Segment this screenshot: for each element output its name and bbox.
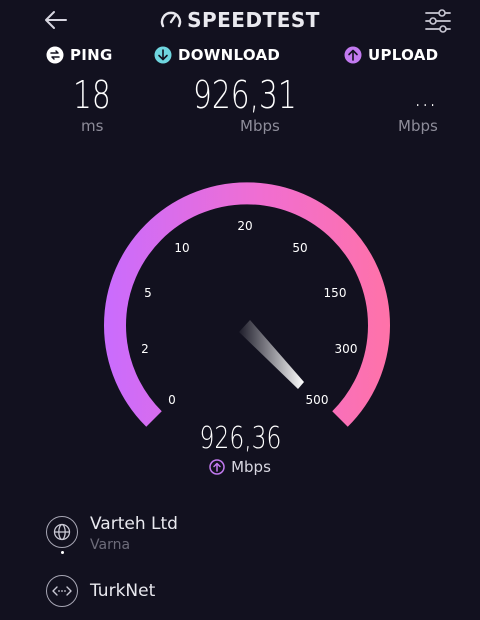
ping-label: PING <box>70 46 113 64</box>
speedometer-logo-icon <box>160 11 182 28</box>
upload-unit: Mbps <box>398 117 438 135</box>
ping-metric: PING <box>46 46 136 64</box>
server-location: Varna <box>90 537 131 553</box>
gauge-tick-label: 2 <box>141 342 149 356</box>
current-speed-unit-row: Mbps <box>0 458 480 476</box>
gauge-tick-label: 300 <box>335 342 358 356</box>
gauge-tick-label: 20 <box>237 219 252 233</box>
gauge-tick-label: 5 <box>144 286 152 300</box>
current-speed: 926,36 <box>0 424 480 454</box>
ping-unit: ms <box>81 117 104 135</box>
active-indicator <box>61 551 64 554</box>
ping-value: 18 <box>73 73 111 117</box>
globe-icon <box>46 516 78 548</box>
app-brand: SPEEDTEST <box>0 8 480 34</box>
download-metric: DOWNLOAD <box>154 46 294 64</box>
upload-value: ... <box>414 79 437 114</box>
gauge-scale: 0 2 5 10 20 50 150 300 500 <box>141 219 357 407</box>
download-label: DOWNLOAD <box>178 46 281 64</box>
download-icon <box>154 46 172 64</box>
isp-name: TurkNet <box>90 581 156 601</box>
connection-icon <box>46 575 78 607</box>
upload-metric: UPLOAD <box>344 46 454 64</box>
current-speed-value: 926,36 <box>199 421 281 456</box>
current-speed-unit: Mbps <box>231 458 271 476</box>
ping-icon <box>46 46 64 64</box>
server-provider: Varteh Ltd <box>90 514 178 534</box>
gauge-tick-label: 150 <box>324 286 347 300</box>
download-value: 926,31 <box>193 73 297 117</box>
top-bar: SPEEDTEST <box>0 0 480 40</box>
gauge-tick-label: 50 <box>292 241 307 255</box>
gauge-tick-label: 10 <box>174 241 189 255</box>
gauge-tick-label: 0 <box>168 393 176 407</box>
download-unit: Mbps <box>240 117 280 135</box>
gauge-tick-label: 500 <box>306 393 329 407</box>
sliders-icon[interactable] <box>424 8 452 34</box>
upload-label: UPLOAD <box>368 46 439 64</box>
brand-name: SPEEDTEST <box>187 8 320 32</box>
upload-icon <box>209 459 225 475</box>
gauge-needle <box>239 320 304 389</box>
upload-icon <box>344 46 362 64</box>
